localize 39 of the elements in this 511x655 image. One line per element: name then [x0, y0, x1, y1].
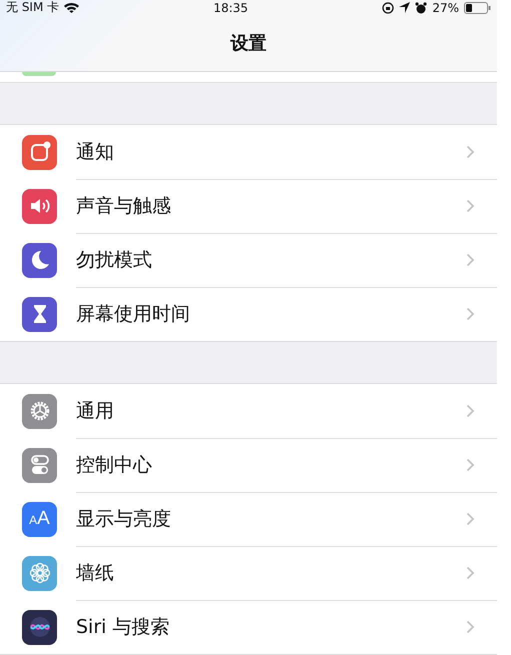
- chevron-icon: [466, 307, 475, 321]
- settings-row[interactable]: 屏幕使用时间: [0, 287, 497, 341]
- page-title: 设置: [230, 32, 266, 55]
- chevron-icon: [466, 252, 475, 266]
- flower-icon: [28, 561, 52, 585]
- carrier-text: 无 SIM 卡: [6, 0, 60, 16]
- chevron-icon: [466, 404, 475, 418]
- rotation-lock-icon: [382, 2, 394, 14]
- settings-label: Siri 与搜索: [76, 615, 170, 640]
- chevron-icon: [466, 458, 475, 472]
- settings-row[interactable]: 通用: [0, 384, 497, 438]
- battery-icon: [464, 2, 491, 14]
- settings-label: 通用: [76, 398, 114, 424]
- settings-label: 声音与触感: [76, 194, 171, 218]
- settings-label: 显示与亮度: [76, 506, 171, 532]
- location-arrow-icon: [399, 2, 410, 13]
- settings-label: 墙纸: [76, 560, 114, 586]
- settings-row[interactable]: 控制中心: [0, 438, 497, 492]
- settings-row[interactable]: AA 显示与亮度: [0, 492, 497, 546]
- text-size-icon: AA: [29, 508, 50, 530]
- settings-label: 通知: [76, 140, 114, 164]
- battery-percentage: 27%: [432, 0, 459, 14]
- chevron-icon: [466, 198, 475, 212]
- app-icon: [22, 72, 56, 76]
- settings-label: 屏幕使用时间: [76, 302, 190, 327]
- chevron-icon: [466, 566, 475, 580]
- chevron-icon: [466, 512, 475, 526]
- status-time: 18:35: [213, 0, 248, 14]
- settings-row[interactable]: 勿扰模式: [0, 233, 497, 287]
- settings-label: 勿扰模式: [76, 248, 152, 272]
- chevron-icon: [466, 144, 475, 158]
- settings-row[interactable]: Siri 与搜索: [0, 600, 497, 654]
- siri-orb-icon: [28, 615, 52, 639]
- chevron-icon: [466, 620, 475, 634]
- wifi-icon: [64, 2, 80, 13]
- settings-row[interactable]: 通知: [0, 125, 497, 179]
- settings-row[interactable]: 声音与触感: [0, 179, 497, 233]
- settings-row[interactable]: 墙纸: [0, 546, 497, 600]
- settings-label: 控制中心: [76, 452, 152, 478]
